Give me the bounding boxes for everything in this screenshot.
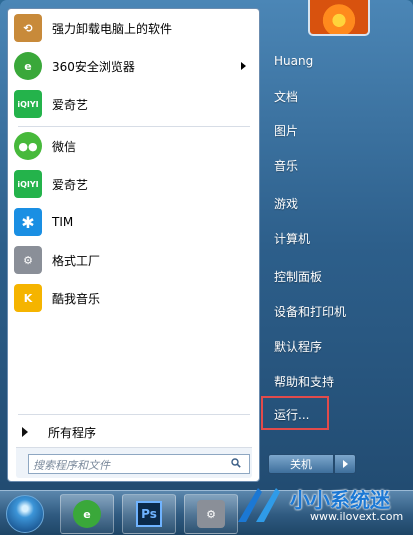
taskbar-photoshop[interactable]: Ps <box>122 494 176 534</box>
recent-item-label: 酷我音乐 <box>52 291 101 306</box>
shutdown-label: 关机 <box>290 458 312 471</box>
recent-item-format-factory[interactable]: ⚙ 格式工厂 <box>14 243 252 277</box>
right-item-devices-printers[interactable]: 设备和打印机 <box>266 297 406 325</box>
right-item-label: 图片 <box>274 123 299 138</box>
search-input[interactable]: 搜索程序和文件 <box>28 454 250 474</box>
right-item-label: 计算机 <box>274 231 311 246</box>
recent-item-label: TIM <box>52 215 74 229</box>
search-placeholder: 搜索程序和文件 <box>33 459 110 472</box>
right-item-label: 控制面板 <box>274 269 323 284</box>
recent-item-label: 微信 <box>52 139 77 154</box>
taskbar-format-factory[interactable]: ⚙ <box>184 494 238 534</box>
right-item-user[interactable]: Huang <box>266 47 406 75</box>
right-item-label: 文档 <box>274 89 299 104</box>
recent-item-iqiyi[interactable]: iQIYI 爱奇艺 <box>14 167 252 201</box>
all-programs-button[interactable]: 所有程序 <box>16 421 252 443</box>
kuwo-music-icon: K <box>14 284 42 312</box>
recent-item-tim[interactable]: ✱ TIM <box>14 205 252 239</box>
photoshop-icon: Ps <box>136 501 162 527</box>
run-highlight-box <box>261 396 329 430</box>
pinned-item-uninstall[interactable]: ⟲ 强力卸载电脑上的软件 <box>14 11 252 45</box>
pinned-item-360-browser[interactable]: e 360安全浏览器 <box>14 49 252 83</box>
recent-item-kuwo[interactable]: K 酷我音乐 <box>14 281 252 315</box>
start-menu: ⟲ 强力卸载电脑上的软件 e 360安全浏览器 iQIYI 爱奇艺 ●● 微信 … <box>0 0 413 490</box>
right-item-label: 音乐 <box>274 158 299 173</box>
expand-arrow-icon <box>22 427 28 437</box>
search-icon[interactable] <box>231 458 241 468</box>
recent-item-wechat[interactable]: ●● 微信 <box>14 129 252 163</box>
pinned-item-label: 强力卸载电脑上的软件 <box>52 21 173 36</box>
right-item-label: Huang <box>274 54 314 68</box>
shutdown-options-button[interactable] <box>334 454 356 474</box>
right-item-label: 默认程序 <box>274 339 323 354</box>
submenu-arrow-icon <box>241 62 246 70</box>
right-item-music[interactable]: 音乐 <box>266 151 406 179</box>
pinned-item-label: 360安全浏览器 <box>52 59 135 74</box>
pinned-item-label: 爱奇艺 <box>52 97 89 112</box>
right-item-help-support[interactable]: 帮助和支持 <box>266 367 406 395</box>
windows-start-icon[interactable] <box>6 495 44 533</box>
iqiyi-icon: iQIYI <box>14 90 42 118</box>
right-item-documents[interactable]: 文档 <box>266 82 406 110</box>
right-item-computer[interactable]: 计算机 <box>266 224 406 252</box>
user-avatar[interactable] <box>308 0 370 36</box>
format-factory-icon: ⚙ <box>197 500 225 528</box>
watermark-logo-icon <box>238 488 280 522</box>
all-programs-label: 所有程序 <box>48 425 97 440</box>
watermark-text: 小小系统迷 <box>290 488 390 512</box>
right-item-pictures[interactable]: 图片 <box>266 116 406 144</box>
programs-pane: ⟲ 强力卸载电脑上的软件 e 360安全浏览器 iQIYI 爱奇艺 ●● 微信 … <box>7 8 260 482</box>
pinned-item-iqiyi[interactable]: iQIYI 爱奇艺 <box>14 87 252 121</box>
wechat-icon: ●● <box>14 132 42 160</box>
watermark-url: www.ilovext.com <box>310 510 404 523</box>
right-item-label: 游戏 <box>274 196 299 211</box>
iqiyi-icon: iQIYI <box>14 170 42 198</box>
search-bar: 搜索程序和文件 <box>16 447 252 478</box>
right-item-label: 帮助和支持 <box>274 374 335 389</box>
browser-360-icon: e <box>14 52 42 80</box>
right-item-games[interactable]: 游戏 <box>266 189 406 217</box>
recent-item-label: 爱奇艺 <box>52 177 89 192</box>
pinned-separator <box>18 126 250 127</box>
all-programs-separator <box>18 414 250 415</box>
taskbar-360-browser[interactable]: e <box>60 494 114 534</box>
right-item-label: 设备和打印机 <box>274 304 347 319</box>
right-item-default-programs[interactable]: 默认程序 <box>266 332 406 360</box>
arrow-right-icon <box>342 460 348 468</box>
format-factory-icon: ⚙ <box>14 246 42 274</box>
uninstall-box-icon: ⟲ <box>14 14 42 42</box>
tim-icon: ✱ <box>14 208 42 236</box>
recent-item-label: 格式工厂 <box>52 253 101 268</box>
right-item-control-panel[interactable]: 控制面板 <box>266 262 406 290</box>
browser-360-icon: e <box>73 500 101 528</box>
shutdown-button[interactable]: 关机 <box>268 454 334 474</box>
watermark: 小小系统迷 www.ilovext.com <box>232 480 412 534</box>
